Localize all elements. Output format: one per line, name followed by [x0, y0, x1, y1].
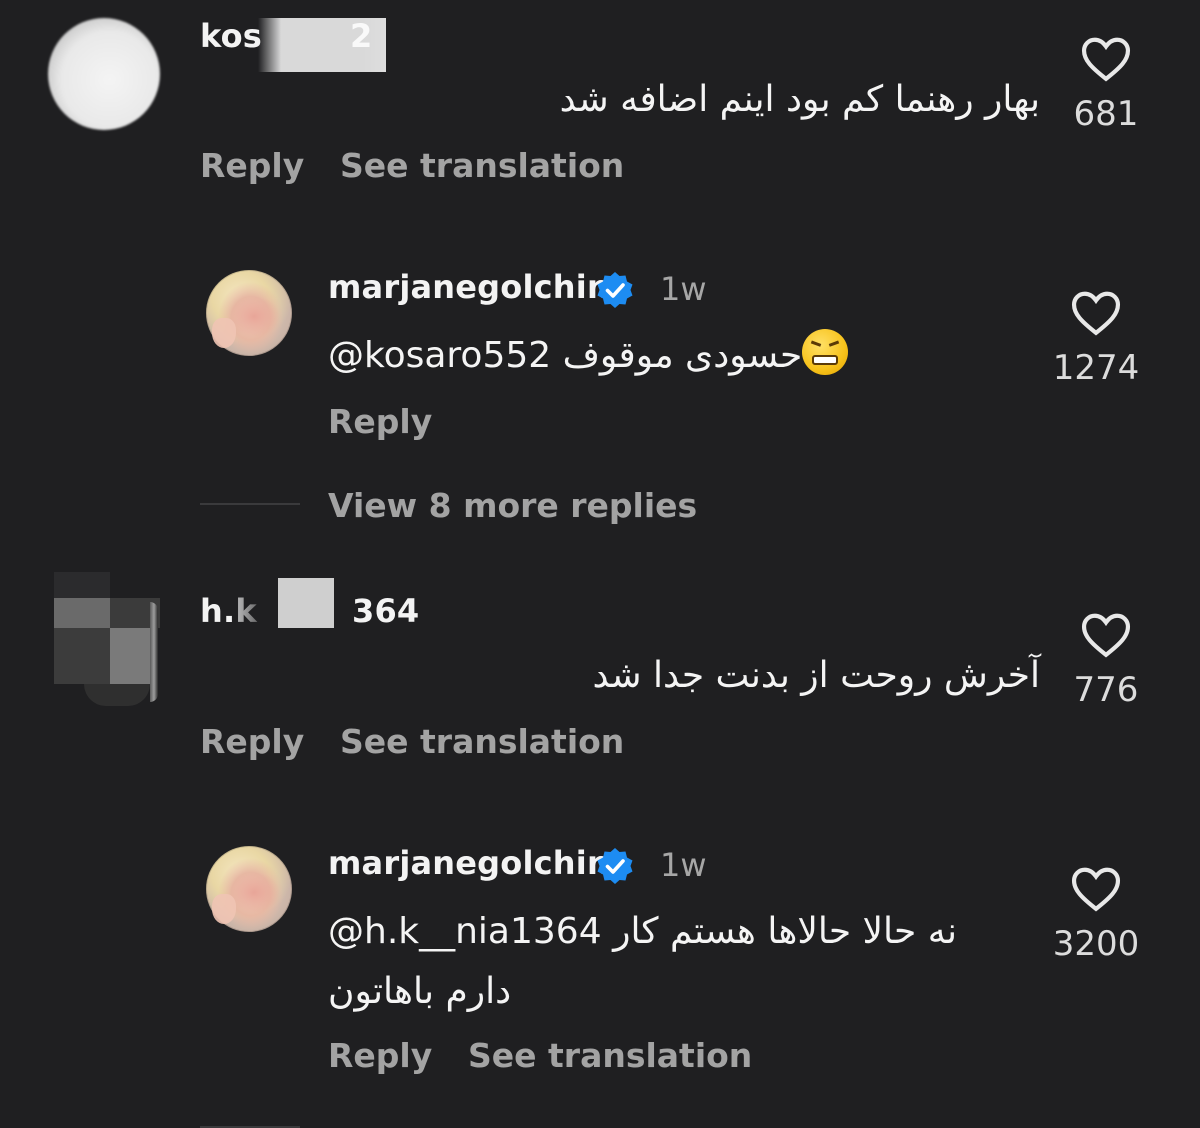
avatar[interactable]	[54, 572, 166, 712]
avatar[interactable]	[206, 270, 292, 356]
reply-button[interactable]: Reply	[200, 146, 304, 185]
mention-link[interactable]: @h.k__nia1364	[328, 911, 602, 952]
reply-button[interactable]: Reply	[200, 722, 304, 761]
username-censor-block	[334, 574, 388, 588]
verified-badge-icon	[597, 848, 633, 884]
mention-link[interactable]: @kosaro552	[328, 335, 551, 376]
username[interactable]: marjanegolchin	[328, 268, 610, 306]
see-translation-button[interactable]: See translation	[340, 722, 624, 761]
heart-outline-icon[interactable]	[1080, 612, 1132, 658]
username[interactable]: marjanegolchin	[328, 844, 610, 882]
username-visible-start: kos	[200, 17, 263, 55]
comment-text: بهار رهنما کم بود اینم اضافه شد	[559, 79, 1040, 120]
username-end-text: 364	[352, 592, 420, 630]
verified-badge-icon	[597, 272, 633, 308]
heart-outline-icon[interactable]	[1080, 36, 1132, 82]
reply-button[interactable]: Reply	[328, 402, 432, 441]
replies-divider	[200, 503, 300, 505]
like-count: 1274	[1052, 348, 1140, 388]
reply-text-line1: @h.k__nia1364 نه حالا حالاها هستم کار	[328, 902, 957, 962]
view-more-replies-button[interactable]: View 8 more replies	[328, 486, 697, 525]
username[interactable]: kos	[200, 14, 262, 58]
reply-button[interactable]: Reply	[328, 1036, 432, 1075]
timestamp: 1w	[660, 270, 707, 308]
heart-outline-icon[interactable]	[1070, 290, 1122, 336]
comment-text: آخرش روحت از بدنت جدا شد	[592, 655, 1040, 696]
like-count: 681	[1073, 94, 1139, 134]
username-end-text: 2	[350, 17, 373, 55]
avatar[interactable]	[206, 846, 292, 932]
reply-text-body: حسودی موقوف	[562, 335, 803, 376]
username-visible-end: 364	[352, 592, 419, 630]
reply-text: @kosaro552 حسودی موقوف	[328, 326, 849, 386]
see-translation-button[interactable]: See translation	[468, 1036, 752, 1075]
reply-text-body: نه حالا حالاها هستم کار	[613, 911, 958, 952]
see-translation-button[interactable]: See translation	[340, 146, 624, 185]
avatar-hand-detail	[212, 318, 236, 348]
like-count: 776	[1073, 670, 1139, 710]
timestamp: 1w	[660, 846, 707, 884]
like-count: 3200	[1052, 924, 1140, 964]
username-censor-block	[232, 590, 278, 634]
avatar[interactable]	[48, 18, 160, 130]
confounded-grin-emoji-icon	[802, 329, 849, 375]
avatar-hand-detail	[212, 894, 236, 924]
reply-text-line2: دارم باهاتون	[328, 971, 512, 1012]
username-visible-end: 2	[350, 14, 372, 58]
username-censor-block	[278, 578, 334, 628]
heart-outline-icon[interactable]	[1070, 866, 1122, 912]
